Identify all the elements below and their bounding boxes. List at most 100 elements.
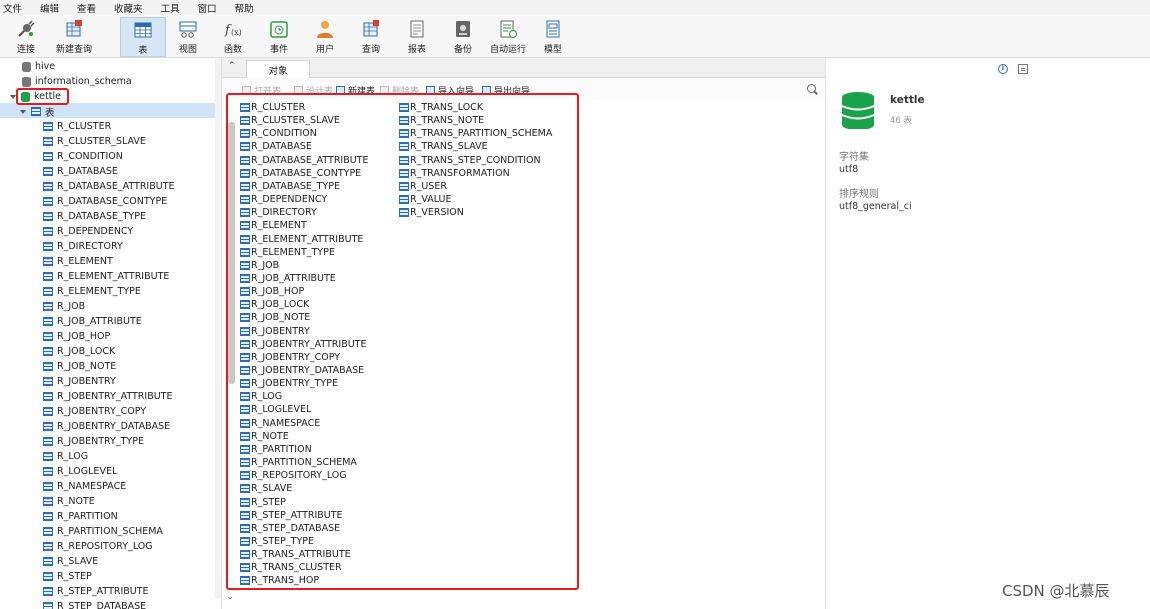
sidebar-table-item[interactable]: R_DATABASE_ATTRIBUTE bbox=[43, 179, 175, 194]
connect-button[interactable]: 连接 bbox=[8, 17, 44, 57]
table-count: 46 表 bbox=[890, 116, 913, 126]
info-panel: i kettle 46 表 字符集 utf8 排序规则 utf8_general… bbox=[825, 58, 1150, 609]
table-icon bbox=[31, 107, 41, 116]
table-icon bbox=[43, 392, 53, 401]
views-button[interactable]: 视图 bbox=[172, 17, 204, 57]
new-query-button[interactable]: 新建查询 bbox=[52, 17, 96, 57]
tables-button[interactable]: 表 bbox=[120, 17, 166, 57]
database-icon bbox=[22, 76, 31, 87]
report-icon bbox=[410, 20, 424, 38]
sidebar-table-item[interactable]: R_LOGLEVEL bbox=[43, 464, 117, 479]
table-icon bbox=[134, 22, 152, 38]
sidebar-table-item[interactable]: R_JOBENTRY_COPY bbox=[43, 404, 146, 419]
chevron-down-icon[interactable] bbox=[20, 109, 26, 114]
connect-icon bbox=[18, 20, 35, 37]
sidebar-table-item[interactable]: R_DATABASE_TYPE bbox=[43, 209, 146, 224]
ddl-icon[interactable] bbox=[1018, 64, 1028, 74]
table-icon bbox=[43, 242, 53, 251]
table-icon bbox=[43, 557, 53, 566]
table-icon bbox=[43, 512, 53, 521]
new-query-icon bbox=[66, 20, 82, 37]
sidebar-table-item[interactable]: R_JOB_ATTRIBUTE bbox=[43, 314, 142, 329]
sidebar-table-item[interactable]: R_JOB_HOP bbox=[43, 329, 110, 344]
search-icon[interactable] bbox=[807, 84, 816, 93]
sidebar-table-item[interactable]: R_JOBENTRY_TYPE bbox=[43, 434, 144, 449]
menu-file[interactable]: 文件 bbox=[3, 1, 22, 15]
view-icon bbox=[179, 21, 197, 38]
menu-help[interactable]: 帮助 bbox=[235, 1, 254, 15]
sidebar-table-item[interactable]: R_JOB_LOCK bbox=[43, 344, 115, 359]
sidebar-table-item[interactable]: R_DATABASE_CONTYPE bbox=[43, 194, 167, 209]
charset-label: 字符集 bbox=[839, 152, 869, 163]
navigator-sidebar: hive information_schema kettle 表 R_CLUST… bbox=[0, 58, 222, 609]
watermark: CSDN @北慕辰 bbox=[1002, 582, 1110, 600]
models-button[interactable]: 模型 bbox=[538, 17, 568, 57]
sidebar-table-item[interactable]: R_JOBENTRY bbox=[43, 374, 116, 389]
event-icon bbox=[270, 21, 288, 38]
sidebar-table-item[interactable]: R_JOB_NOTE bbox=[43, 359, 116, 374]
sidebar-table-item[interactable]: R_NAMESPACE bbox=[43, 479, 126, 494]
table-icon bbox=[43, 407, 53, 416]
functions-button[interactable]: f (x) 函数 bbox=[218, 17, 248, 57]
tab-objects[interactable]: 对象 bbox=[246, 60, 310, 79]
tree-db-hive[interactable]: hive bbox=[22, 59, 55, 74]
backup-button[interactable]: 备份 bbox=[448, 17, 478, 57]
users-button[interactable]: 用户 bbox=[310, 17, 340, 57]
scroll-down-icon[interactable]: ⌄ bbox=[222, 592, 238, 608]
tree-db-information-schema[interactable]: information_schema bbox=[22, 74, 132, 89]
tab-strip: ⌃ 对象 bbox=[222, 58, 825, 79]
user-icon bbox=[317, 21, 333, 38]
table-icon bbox=[43, 227, 53, 236]
table-icon bbox=[43, 332, 53, 341]
sidebar-table-item[interactable]: R_CLUSTER_SLAVE bbox=[43, 134, 146, 149]
sidebar-table-item[interactable]: R_DIRECTORY bbox=[43, 239, 123, 254]
sidebar-table-item[interactable]: R_CONDITION bbox=[43, 149, 123, 164]
menu-edit[interactable]: 编辑 bbox=[40, 1, 59, 15]
sidebar-table-item[interactable]: R_DEPENDENCY bbox=[43, 224, 133, 239]
sidebar-table-item[interactable]: R_JOBENTRY_ATTRIBUTE bbox=[43, 389, 172, 404]
menu-view[interactable]: 查看 bbox=[77, 1, 96, 15]
collation-value: utf8_general_ci bbox=[839, 201, 912, 212]
events-button[interactable]: 事件 bbox=[264, 17, 294, 57]
sidebar-table-item[interactable]: R_NOTE bbox=[43, 494, 95, 509]
chevron-up-icon[interactable]: ⌃ bbox=[228, 61, 236, 71]
database-name: kettle bbox=[890, 94, 925, 106]
function-icon: f (x) bbox=[224, 23, 242, 38]
sidebar-table-item[interactable]: R_ELEMENT_ATTRIBUTE bbox=[43, 269, 169, 284]
sidebar-table-item[interactable]: R_REPOSITORY_LOG bbox=[43, 539, 153, 554]
auto-run-button[interactable]: 自动运行 bbox=[486, 17, 530, 57]
sidebar-table-item[interactable]: R_ELEMENT_TYPE bbox=[43, 284, 141, 299]
menu-window[interactable]: 窗口 bbox=[198, 1, 217, 15]
model-icon bbox=[546, 20, 560, 38]
sidebar-table-item[interactable]: R_STEP_DATABASE bbox=[43, 599, 146, 609]
sidebar-table-item[interactable]: R_SLAVE bbox=[43, 554, 98, 569]
table-icon bbox=[43, 152, 53, 161]
table-icon bbox=[43, 467, 53, 476]
table-icon bbox=[43, 287, 53, 296]
sidebar-table-item[interactable]: R_CLUSTER bbox=[43, 119, 111, 134]
main-toolbar: 连接 新建查询 表 视图 f (x) 函数 事件 用户 查询 报表 备份 自动运行 bbox=[0, 15, 1150, 58]
sidebar-table-item[interactable]: R_DATABASE bbox=[43, 164, 118, 179]
menu-tools[interactable]: 工具 bbox=[161, 1, 180, 15]
database-icon bbox=[22, 61, 31, 72]
object-list-highlight-box bbox=[226, 93, 579, 590]
tree-tables-node[interactable]: 表 bbox=[20, 104, 55, 119]
reports-button[interactable]: 报表 bbox=[402, 17, 432, 57]
sidebar-table-item[interactable]: R_JOB bbox=[43, 299, 85, 314]
sidebar-table-item[interactable]: R_STEP bbox=[43, 569, 92, 584]
sidebar-table-item[interactable]: R_LOG bbox=[43, 449, 88, 464]
sidebar-scrollbar[interactable] bbox=[215, 58, 221, 598]
info-icon[interactable]: i bbox=[998, 64, 1008, 74]
table-icon bbox=[43, 527, 53, 536]
sidebar-table-item[interactable]: R_STEP_ATTRIBUTE bbox=[43, 584, 149, 599]
sidebar-table-item[interactable]: R_PARTITION_SCHEMA bbox=[43, 524, 163, 539]
table-icon bbox=[43, 122, 53, 131]
sidebar-table-item[interactable]: R_JOBENTRY_DATABASE bbox=[43, 419, 170, 434]
sidebar-table-item[interactable]: R_ELEMENT bbox=[43, 254, 113, 269]
sidebar-table-item[interactable]: R_PARTITION bbox=[43, 509, 118, 524]
queries-button[interactable]: 查询 bbox=[356, 17, 386, 57]
table-icon bbox=[43, 452, 53, 461]
menu-favorites[interactable]: 收藏夹 bbox=[114, 1, 143, 15]
table-icon bbox=[43, 197, 53, 206]
kettle-highlight-box bbox=[16, 88, 69, 105]
